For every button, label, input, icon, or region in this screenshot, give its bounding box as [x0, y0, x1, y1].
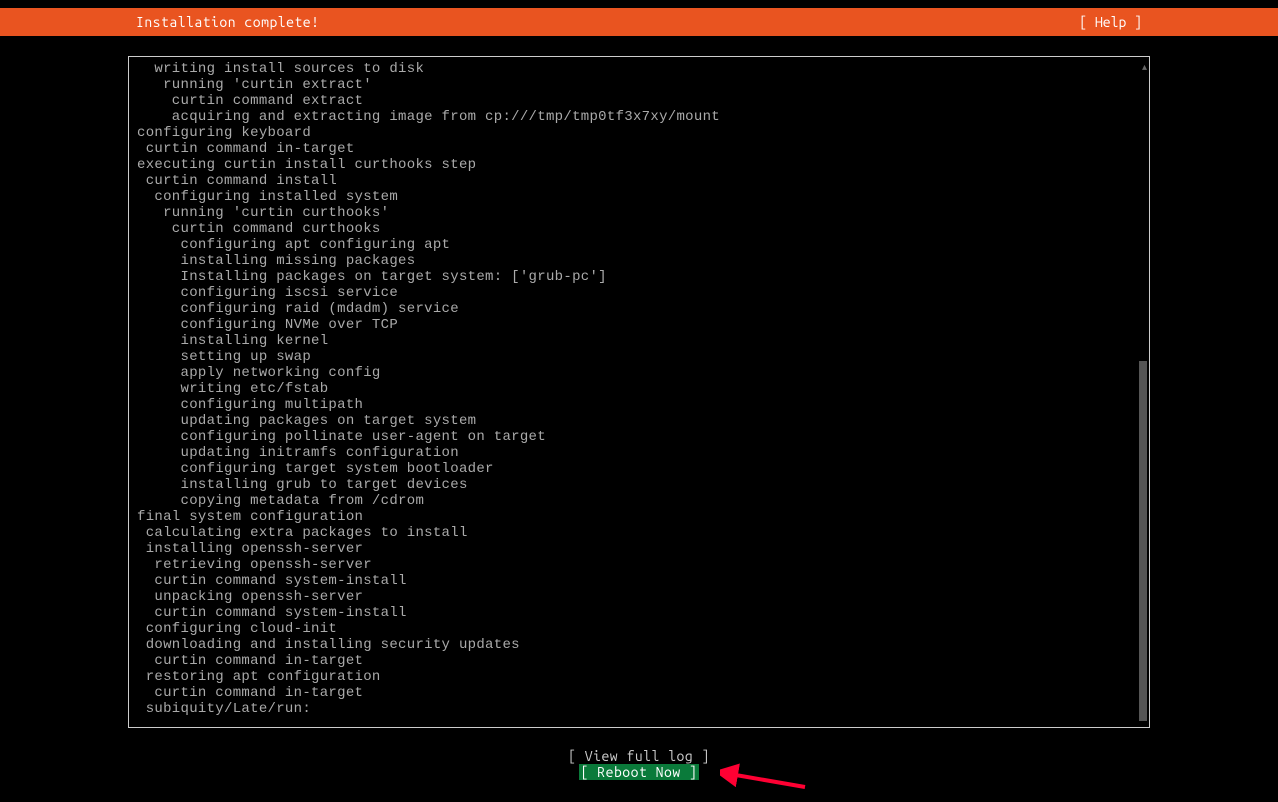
install-log-box: writing install sources to disk running …: [128, 56, 1150, 728]
scrollbar-track[interactable]: ▴: [1139, 61, 1147, 723]
main-content: writing install sources to disk running …: [0, 36, 1278, 780]
view-full-log-button[interactable]: [ View full log ]: [568, 748, 710, 764]
header-bar: Installation complete! [ Help ]: [0, 8, 1278, 36]
install-log-text: writing install sources to disk running …: [137, 61, 1141, 717]
window-top-border: [0, 0, 1278, 8]
scrollbar-thumb[interactable]: [1139, 361, 1147, 721]
reboot-now-button[interactable]: [ Reboot Now ]: [579, 764, 700, 780]
footer-actions: [ View full log ] [ Reboot Now ]: [128, 748, 1150, 780]
help-button[interactable]: [ Help ]: [1079, 14, 1270, 30]
scrollbar-up-icon[interactable]: ▴: [1142, 61, 1147, 73]
page-title: Installation complete!: [8, 14, 319, 30]
